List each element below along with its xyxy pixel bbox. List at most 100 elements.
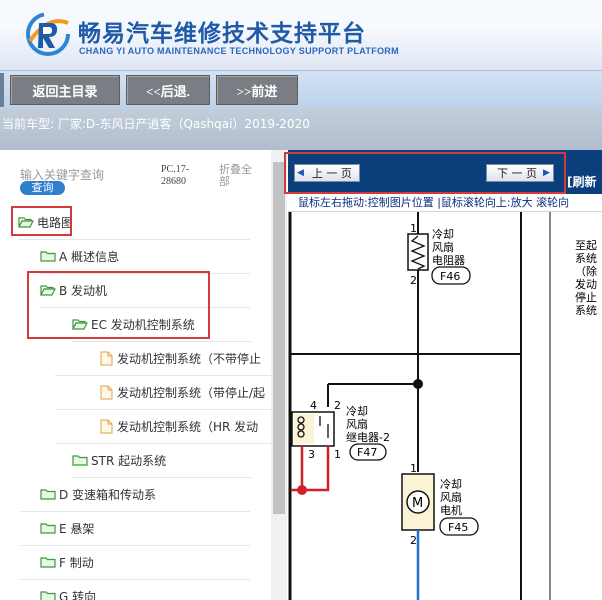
divider xyxy=(20,511,250,512)
folder-icon xyxy=(40,251,56,262)
arrow-right-icon: ▶ xyxy=(543,168,550,178)
tree-label: STR 起动系统 xyxy=(91,453,167,468)
tree-item-d[interactable]: D 变速箱和传动系 xyxy=(40,482,270,506)
divider xyxy=(40,273,250,274)
prev-page-button[interactable]: ◀ 上 一 页 xyxy=(294,164,360,182)
back-button[interactable]: <<后退. xyxy=(126,75,210,105)
component-label: 电机 xyxy=(440,503,462,517)
tree-label: B 发动机 xyxy=(59,283,108,298)
divider xyxy=(40,307,250,308)
tree-label: D 变速箱和传动系 xyxy=(59,487,157,502)
home-button[interactable]: 返回主目录 xyxy=(10,75,120,105)
folder-icon xyxy=(40,523,56,534)
component-label: 冷却 xyxy=(432,228,454,241)
tree-item-str[interactable]: STR 起动系统 xyxy=(72,448,270,472)
current-model-bar: 当前车型: 厂家:D-东风日产逍客（Qashqai）2019-2020 xyxy=(0,108,602,150)
note-text: 系统 xyxy=(575,304,597,317)
tree-item-doc-2[interactable]: 发动机控制系统（带停止/起 xyxy=(100,380,270,404)
tree-item-e[interactable]: E 悬架 xyxy=(40,516,270,540)
component-label: 冷却 xyxy=(346,405,368,418)
component-label: 风扇 xyxy=(440,490,462,504)
tree-label: F 制动 xyxy=(59,555,94,570)
divider xyxy=(20,545,250,546)
pin-label: 1 xyxy=(410,462,417,475)
app-header: 畅易汽车维修技术支持平台 CHANG YI AUTO MAINTENANCE T… xyxy=(0,0,602,70)
tree-label: 电路图 xyxy=(37,215,74,230)
component-label: 风扇 xyxy=(432,240,454,254)
tree-item-b[interactable]: B 发动机 xyxy=(40,278,270,302)
connector-code: F47 xyxy=(357,446,377,459)
forward-button[interactable]: >>前进 xyxy=(216,75,298,105)
document-icon xyxy=(100,419,113,433)
nav-edge xyxy=(0,73,4,107)
divider xyxy=(72,477,252,478)
connector-code: F46 xyxy=(440,270,460,283)
divider xyxy=(55,375,271,376)
tree-label: 发动机控制系统（HR 发动 xyxy=(117,419,259,434)
wiring-diagram[interactable]: 1 2 冷却 风扇 电阻器 F46 4 2 3 1 冷却 风扇 继电器-2 F4… xyxy=(288,212,602,600)
pin-label: 1 xyxy=(334,448,341,461)
brand-title: 畅易汽车维修技术支持平台 xyxy=(78,21,366,47)
current-model-text: 当前车型: 厂家:D-东风日产逍客（Qashqai）2019-2020 xyxy=(2,117,310,131)
document-icon xyxy=(100,351,113,365)
tree-label: E 悬架 xyxy=(59,521,95,536)
arrow-left-icon: ◀ xyxy=(297,168,304,178)
pin-label: 2 xyxy=(334,399,341,412)
pin-label: 4 xyxy=(310,399,317,412)
viewer-hint: 鼠标左右拖动:控制图片位置 |鼠标滚轮向上:放大 滚轮向 xyxy=(288,194,602,212)
folder-open-icon xyxy=(40,285,56,296)
connector-code: F45 xyxy=(448,521,468,534)
folder-icon xyxy=(40,489,56,500)
logo-icon xyxy=(26,12,70,56)
pin-label: 2 xyxy=(410,274,417,287)
refresh-link[interactable]: [刷新 xyxy=(567,173,597,190)
scroll-thumb[interactable] xyxy=(273,162,285,514)
component-label: 冷却 xyxy=(440,478,462,491)
tree-label: EC 发动机控制系统 xyxy=(91,317,195,332)
resistor-box xyxy=(407,233,429,271)
note-text: 至起 xyxy=(575,239,597,252)
next-page-label: 下 一 页 xyxy=(497,167,537,180)
collapse-all-button[interactable]: 折叠全部 xyxy=(219,164,259,188)
nav-bar: 返回主目录 <<后退. >>前进 xyxy=(0,70,602,108)
folder-icon xyxy=(72,455,88,466)
tree-item-g[interactable]: G 转向 xyxy=(40,584,270,600)
component-label: 风扇 xyxy=(346,417,368,431)
tree-item-circuit[interactable]: 电路图 xyxy=(18,210,258,234)
tree-item-doc-3[interactable]: 发动机控制系统（HR 发动 xyxy=(100,414,270,438)
folder-open-icon xyxy=(18,217,34,228)
tree-item-ec[interactable]: EC 发动机控制系统 xyxy=(72,312,270,336)
folder-open-icon xyxy=(72,319,88,330)
pin-label: 1 xyxy=(410,222,417,235)
document-icon xyxy=(100,385,113,399)
pin-label: 3 xyxy=(308,448,315,461)
divider xyxy=(55,443,271,444)
search-button[interactable]: 查询 xyxy=(20,181,65,195)
tree-label: G 转向 xyxy=(59,589,97,600)
note-text: 系统 xyxy=(575,252,597,265)
pc-code: PC.17-28680 xyxy=(161,164,190,187)
component-label: 电阻器 xyxy=(432,254,465,267)
tree-item-f[interactable]: F 制动 xyxy=(40,550,270,574)
next-page-button[interactable]: 下 一 页 ▶ xyxy=(486,164,554,182)
tree-label: 发动机控制系统（不带停止 xyxy=(117,351,262,366)
brand-subtitle: CHANG YI AUTO MAINTENANCE TECHNOLOGY SUP… xyxy=(79,46,399,56)
folder-icon xyxy=(40,591,56,600)
tree-item-a[interactable]: A 概述信息 xyxy=(40,244,270,268)
tree-label: A 概述信息 xyxy=(59,249,120,264)
divider xyxy=(18,239,250,240)
note-text: 停止 xyxy=(575,290,597,304)
pin-label: 2 xyxy=(410,534,417,547)
note-text: （除 xyxy=(575,264,597,278)
divider xyxy=(55,409,271,410)
folder-icon xyxy=(40,557,56,568)
tree-scrollbar[interactable] xyxy=(271,150,287,600)
tree-item-doc-1[interactable]: 发动机控制系统（不带停止 xyxy=(100,346,270,370)
divider xyxy=(20,579,250,580)
motor-symbol: M xyxy=(412,496,423,511)
wire-red xyxy=(300,446,330,492)
tree-label: 发动机控制系统（带停止/起 xyxy=(117,385,266,400)
divider xyxy=(72,341,252,342)
note-text: 发动 xyxy=(575,277,597,291)
prev-page-label: 上 一 页 xyxy=(311,167,352,180)
